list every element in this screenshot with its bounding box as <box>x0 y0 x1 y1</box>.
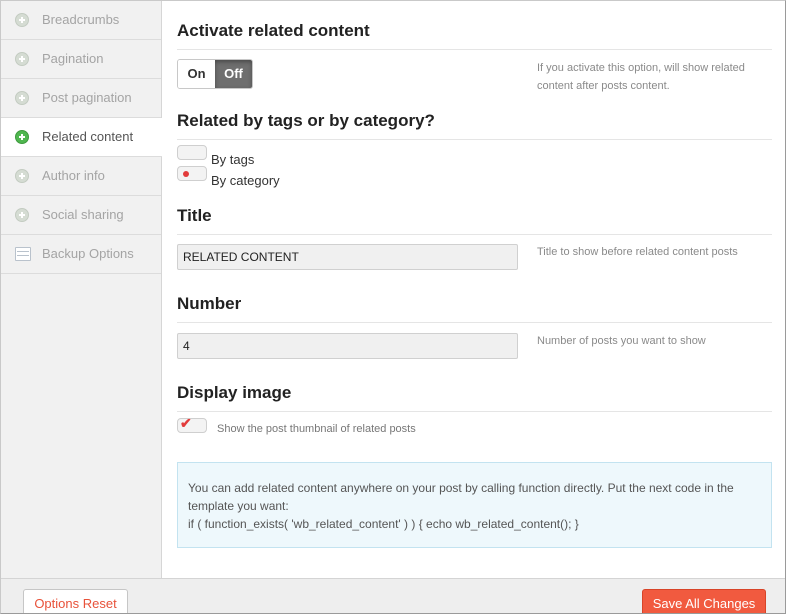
sidebar-item-label: Social sharing <box>42 207 124 222</box>
activate-help-text: If you activate this option, will show r… <box>537 62 745 92</box>
radio-label: By category <box>211 173 280 188</box>
sidebar-item-author-info[interactable]: Author info <box>1 157 161 196</box>
title-section-title: Title <box>177 206 772 235</box>
plus-circle-icon <box>15 52 29 66</box>
sidebar-item-label: Post pagination <box>42 90 132 105</box>
options-panel: Breadcrumbs Pagination Post pagination R… <box>0 0 786 614</box>
plus-circle-icon <box>15 208 29 222</box>
sidebar-item-label: Breadcrumbs <box>42 12 120 27</box>
plus-circle-icon <box>15 13 29 27</box>
sidebar-item-label: Related content <box>42 129 134 144</box>
plus-circle-icon <box>15 91 29 105</box>
options-reset-button[interactable]: Options Reset <box>23 589 128 613</box>
number-help-text: Number of posts you want to show <box>537 335 706 347</box>
activate-section-title: Activate related content <box>177 21 772 50</box>
sidebar-item-breadcrumbs[interactable]: Breadcrumbs <box>1 1 161 40</box>
display-image-label: Show the post thumbnail of related posts <box>217 423 416 435</box>
checkmark-icon: ✔ <box>180 415 192 431</box>
info-box: You can add related content anywhere on … <box>177 462 772 548</box>
info-code: if ( function_exists( 'wb_related_conten… <box>188 517 579 531</box>
radio-by-category[interactable]: By category <box>177 166 317 188</box>
sidebar-item-post-pagination[interactable]: Post pagination <box>1 79 161 118</box>
sidebar-item-label: Pagination <box>42 51 104 66</box>
radio-label: By tags <box>211 152 255 167</box>
title-input[interactable] <box>177 244 518 270</box>
radio-box[interactable] <box>177 145 207 160</box>
sidebar: Breadcrumbs Pagination Post pagination R… <box>1 1 162 578</box>
sidebar-item-label: Backup Options <box>42 246 134 261</box>
sidebar-item-social-sharing[interactable]: Social sharing <box>1 196 161 235</box>
plus-circle-icon <box>15 130 29 144</box>
display-image-checkbox[interactable]: ✔ <box>177 415 207 433</box>
radio-box[interactable] <box>177 166 207 181</box>
toggle-off-option[interactable]: Off <box>215 60 252 88</box>
display-image-section-title: Display image <box>177 383 772 412</box>
footer-bar: Options Reset Save All Changes <box>1 578 785 613</box>
sidebar-item-pagination[interactable]: Pagination <box>1 40 161 79</box>
sidebar-item-related-content[interactable]: Related content <box>1 118 162 157</box>
radio-selected-dot <box>183 171 189 177</box>
related-by-section-title: Related by tags or by category? <box>177 111 772 140</box>
info-text: You can add related content anywhere on … <box>188 481 734 513</box>
activate-toggle[interactable]: On Off <box>177 59 253 89</box>
number-section-title: Number <box>177 294 772 323</box>
sidebar-item-backup-options[interactable]: Backup Options <box>1 235 161 274</box>
list-icon <box>15 247 31 261</box>
number-input[interactable] <box>177 333 518 359</box>
plus-circle-icon <box>15 169 29 183</box>
radio-by-tags[interactable]: By tags <box>177 145 297 167</box>
sidebar-item-label: Author info <box>42 168 105 183</box>
toggle-on-option[interactable]: On <box>178 60 215 88</box>
save-all-changes-button[interactable]: Save All Changes <box>642 589 766 613</box>
title-help-text: Title to show before related content pos… <box>537 246 738 258</box>
